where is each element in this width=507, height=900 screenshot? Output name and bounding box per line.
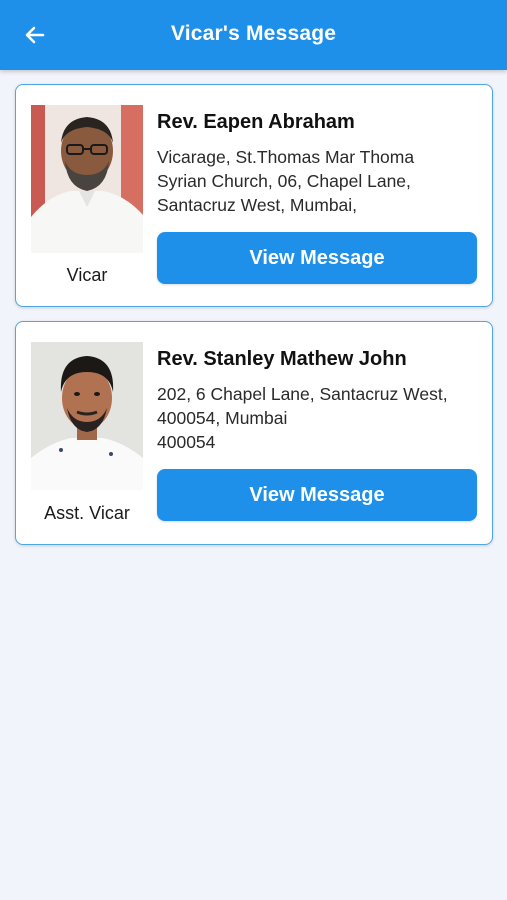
address-line: 202, 6 Chapel Lane, Santacruz West, [157, 384, 448, 404]
vicar-name: Rev. Eapen Abraham [157, 111, 355, 133]
address-line: 400054 [157, 432, 216, 452]
asst-vicar-address: 202, 6 Chapel Lane, Santacruz West, 4000… [157, 382, 477, 454]
asst-vicar-photo [31, 342, 143, 490]
address-line: Santacruz West, Mumbai, [157, 195, 358, 215]
app-bar: Vicar's Message [0, 0, 507, 70]
address-line: 400054, Mumbai [157, 408, 288, 428]
view-message-button[interactable]: View Message [157, 469, 477, 521]
role-label: Asst. Vicar [44, 503, 130, 523]
vicar-photo [31, 105, 143, 253]
vicar-card: Vicar Rev. Eapen Abraham Vicarage, St.Th… [15, 84, 493, 307]
role-label: Vicar [66, 265, 108, 285]
address-line: Vicarage, St.Thomas Mar Thoma [157, 147, 415, 167]
asst-vicar-card: Asst. Vicar Rev. Stanley Mathew John 202… [15, 321, 493, 545]
page-title: Vicar's Message [170, 22, 337, 45]
asst-vicar-name: Rev. Stanley Mathew John [157, 348, 407, 370]
address-line: Syrian Church, 06, Chapel Lane, [157, 171, 411, 191]
vicar-address: Vicarage, St.Thomas Mar Thoma Syrian Chu… [157, 145, 477, 217]
view-message-button[interactable]: View Message [157, 232, 477, 284]
